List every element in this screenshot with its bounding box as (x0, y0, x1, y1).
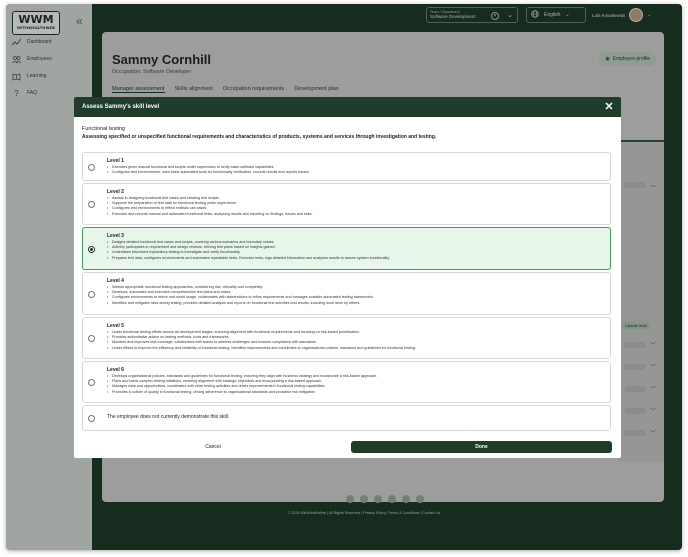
level-option-1[interactable]: Level 1Executes given manual functional … (82, 152, 611, 181)
level-bullets: Selects appropriate functional testing a… (107, 285, 602, 306)
level-option-3[interactable]: Level 3Designs detailed functional test … (82, 227, 611, 270)
app-window: WWM WITHWEALTHWEB « Dashboard Employees … (6, 4, 682, 550)
level-bullet: Leads efforts to improve the efficiency … (107, 346, 602, 351)
modal-title: Assess Sammy's skill level (82, 104, 160, 110)
level-bullets: Executes given manual functional test sc… (107, 165, 602, 175)
level-option-5[interactable]: Level 5Leads functional testing efforts … (82, 317, 611, 359)
level-bullet: Executes and records manual and automate… (107, 212, 602, 217)
radio-button[interactable] (88, 201, 95, 208)
level-option-none[interactable]: The employee does not currently demonstr… (82, 405, 611, 431)
radio-button[interactable] (88, 246, 95, 253)
radio-button[interactable] (88, 164, 95, 171)
level-title: Level 4 (107, 278, 124, 284)
assess-skill-modal: Assess Sammy's skill level ✕ Functional … (74, 97, 621, 458)
level-bullet: Promotes a culture of quality in functio… (107, 390, 602, 395)
none-option-label: The employee does not currently demonstr… (107, 414, 230, 420)
level-bullets: Assists in designing functional test cas… (107, 196, 602, 217)
level-bullets: Leads functional testing efforts across … (107, 330, 602, 351)
level-title: Level 6 (107, 367, 124, 373)
modal-header: Assess Sammy's skill level ✕ (74, 97, 621, 117)
radio-button[interactable] (88, 415, 95, 422)
level-option-4[interactable]: Level 4Selects appropriate functional te… (82, 272, 611, 315)
radio-button[interactable] (88, 335, 95, 342)
skill-description: Assessing specified or unspecified funct… (82, 134, 437, 140)
level-title: Level 5 (107, 323, 124, 329)
level-title: Level 1 (107, 158, 124, 164)
done-button[interactable]: Done (351, 441, 612, 453)
level-bullet: Configures test environments, uses basic… (107, 170, 602, 175)
level-option-2[interactable]: Level 2Assists in designing functional t… (82, 183, 611, 225)
cancel-button[interactable]: Cancel (82, 441, 344, 453)
level-bullets: Develops organisational policies, standa… (107, 374, 602, 395)
level-bullet: Identifies and mitigates risks during te… (107, 301, 602, 306)
level-bullets: Designs detailed functional test cases a… (107, 240, 602, 261)
skill-name: Functional testing (82, 126, 126, 132)
radio-button[interactable] (88, 379, 95, 386)
level-option-6[interactable]: Level 6Develops organisational policies,… (82, 361, 611, 403)
level-bullet: Prepares test data, configures environme… (107, 256, 602, 261)
close-icon[interactable]: ✕ (603, 101, 615, 113)
level-title: Level 3 (107, 233, 124, 239)
radio-button[interactable] (88, 291, 95, 298)
level-title: Level 2 (107, 189, 124, 195)
